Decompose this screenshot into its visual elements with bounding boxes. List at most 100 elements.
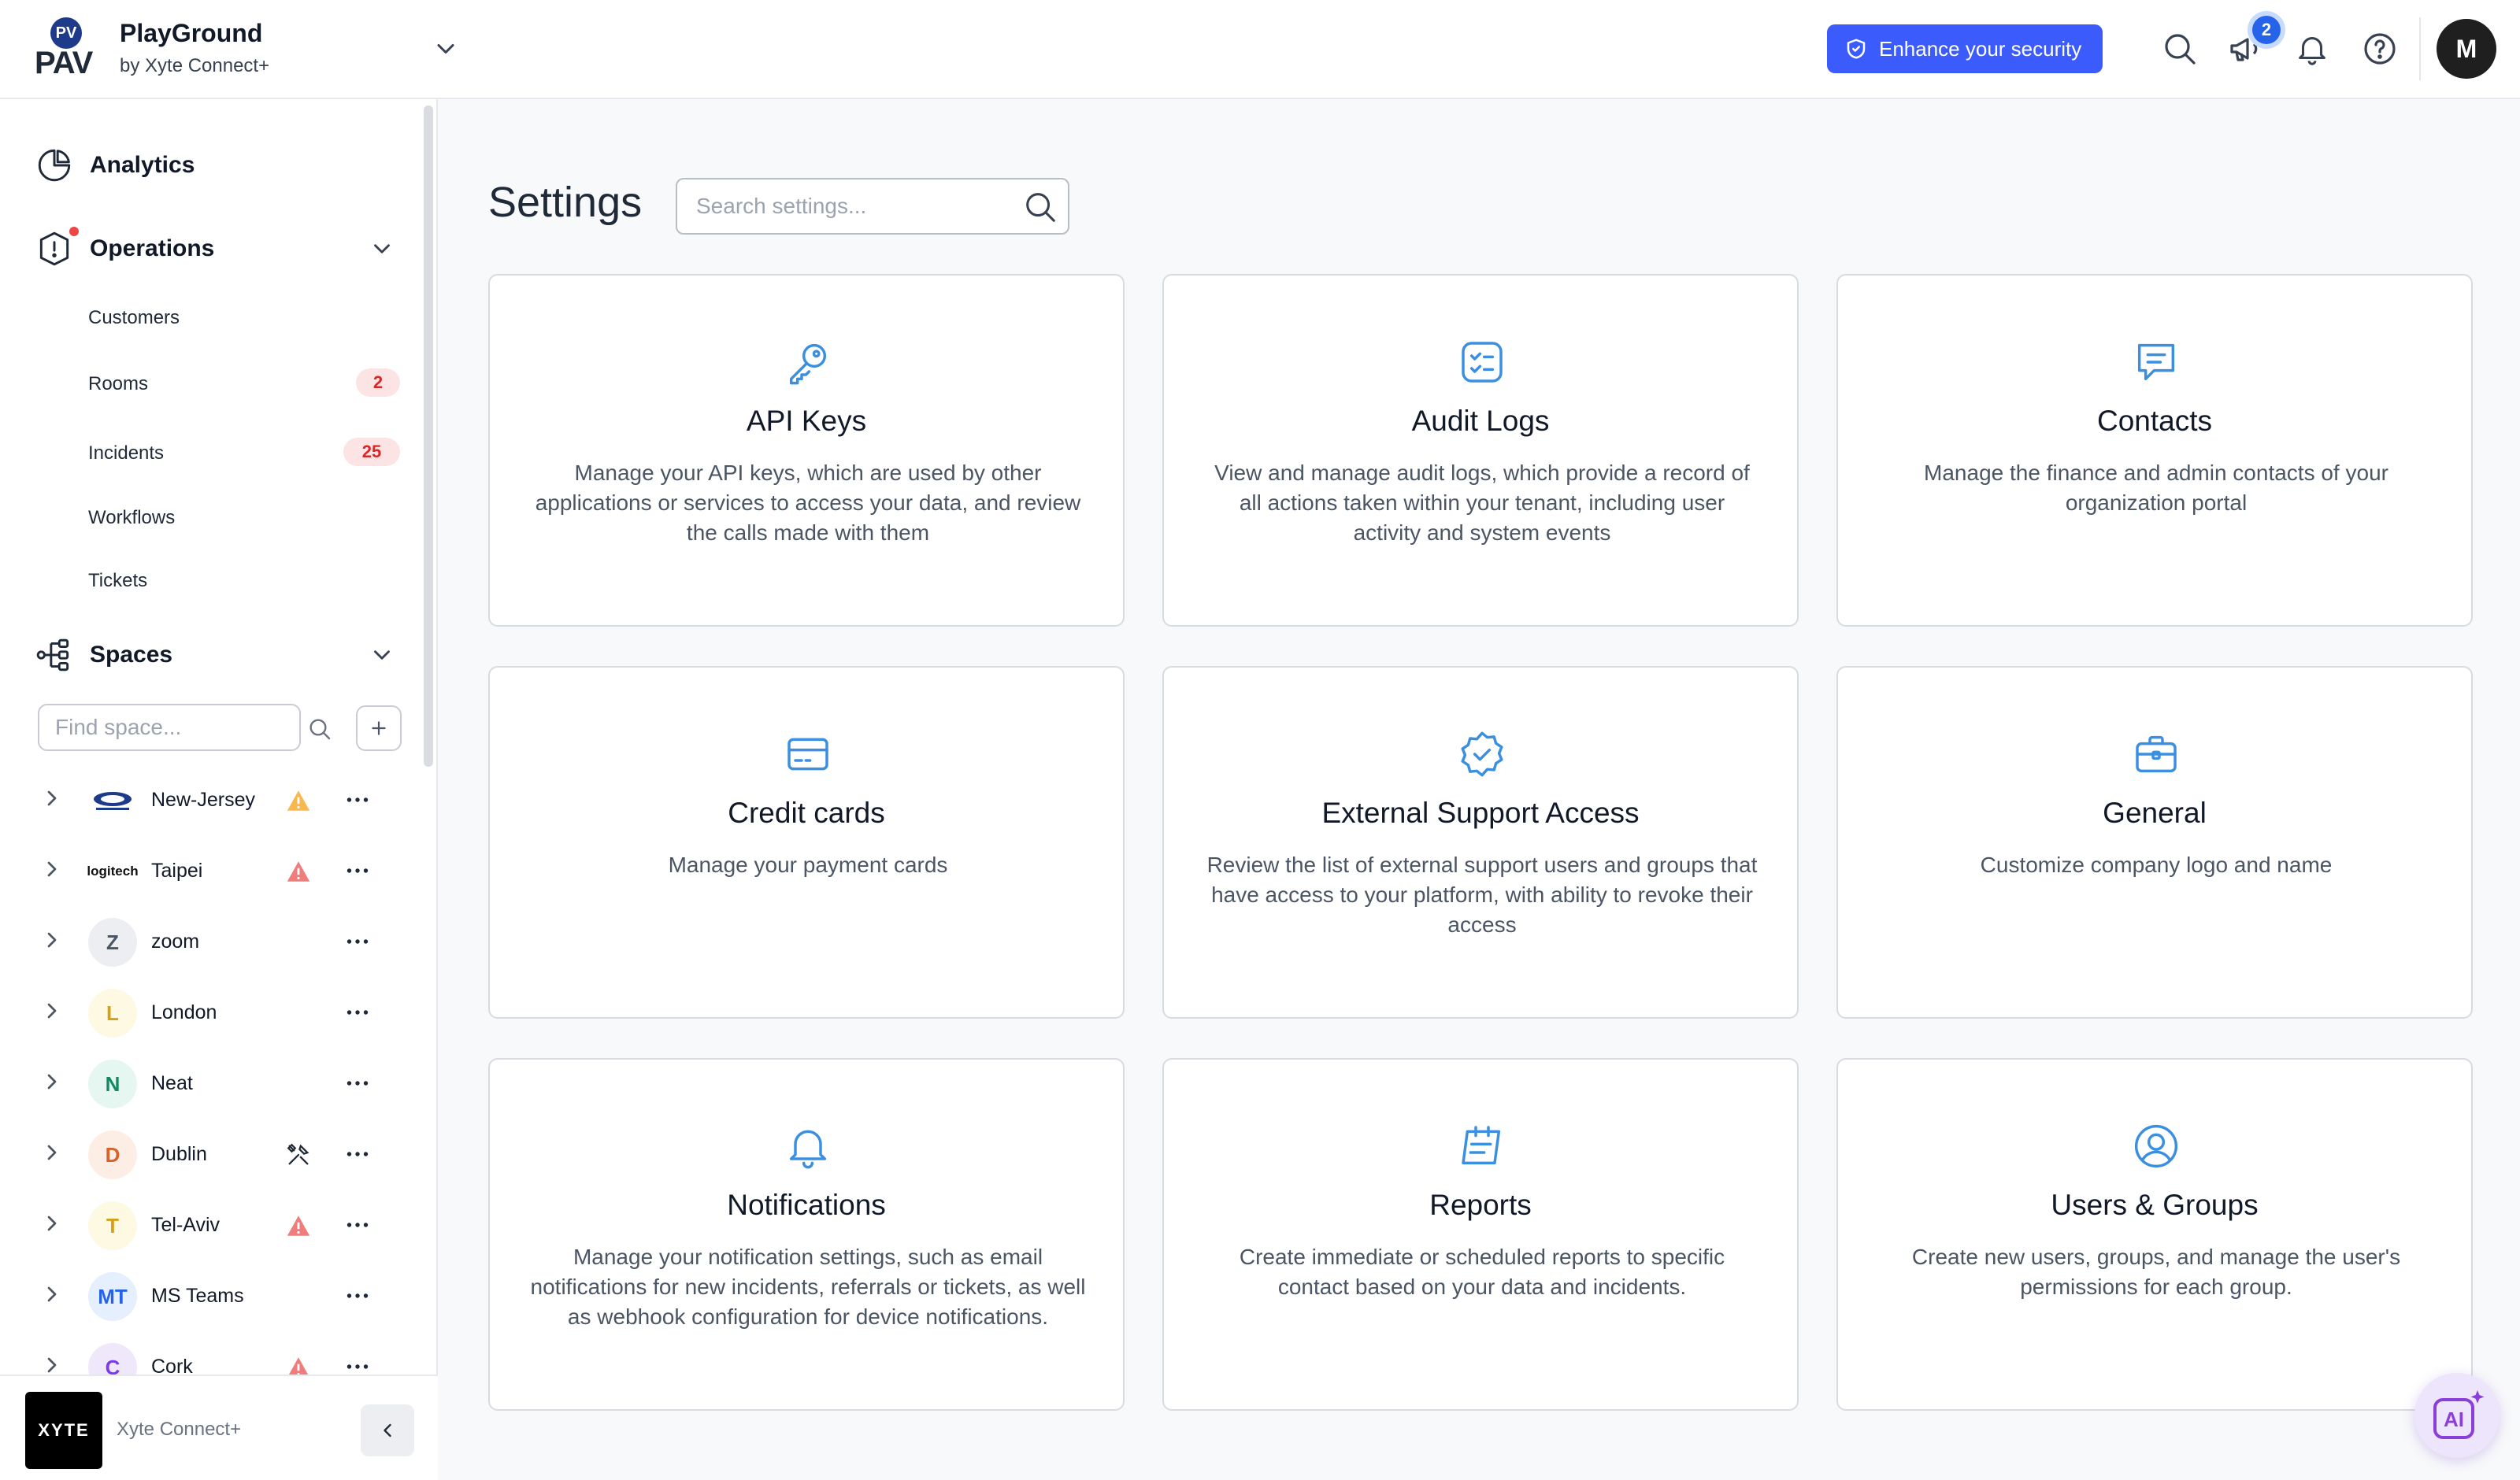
chevron-down-icon[interactable] xyxy=(369,235,395,262)
pav-logo-mark: PV xyxy=(50,17,82,49)
card-title: Credit cards xyxy=(728,797,885,829)
notifications-button[interactable] xyxy=(2292,28,2333,69)
incidents-count-badge: 25 xyxy=(343,438,400,466)
settings-card-audit-logs[interactable]: Audit Logs View and manage audit logs, w… xyxy=(1162,274,1799,627)
sidebar-item-operations[interactable]: Operations xyxy=(35,225,214,272)
warning-icon xyxy=(287,790,310,811)
space-row[interactable]: MT MS Teams xyxy=(0,1264,425,1327)
card-title: Notifications xyxy=(727,1189,886,1221)
space-row[interactable]: T Tel-Aviv xyxy=(0,1193,425,1256)
more-horizontal-icon[interactable] xyxy=(343,857,372,885)
space-row[interactable]: L London xyxy=(0,981,425,1044)
credit-card-icon xyxy=(788,738,828,771)
footer-product-name: Xyte Connect+ xyxy=(117,1419,242,1440)
tenant-name[interactable]: PlayGround xyxy=(120,19,262,48)
ai-assistant-button[interactable]: AI xyxy=(2414,1373,2500,1458)
space-avatar: L xyxy=(88,989,137,1038)
space-avatar: Z xyxy=(88,918,137,967)
enhance-security-label: Enhance your security xyxy=(1879,36,2082,61)
sidebar-item-workflows[interactable]: Workflows xyxy=(88,507,175,529)
search-icon[interactable] xyxy=(1022,189,1058,225)
chevron-right-icon[interactable] xyxy=(39,1140,65,1165)
settings-card-general[interactable]: General Customize company logo and name xyxy=(1836,666,2473,1019)
space-row[interactable]: N Neat xyxy=(0,1052,425,1115)
space-avatar: N xyxy=(88,1060,137,1108)
space-row[interactable]: Z zoom xyxy=(0,910,425,973)
sidebar-item-label: Spaces xyxy=(90,642,173,668)
rooms-count-badge: 2 xyxy=(356,368,400,397)
user-avatar[interactable]: M xyxy=(2437,19,2496,79)
sidebar-item-label: Analytics xyxy=(90,152,195,178)
enhance-security-button[interactable]: Enhance your security xyxy=(1827,24,2103,73)
settings-search-input[interactable] xyxy=(676,178,1069,235)
card-description: Customize company logo and name xyxy=(1980,853,2333,877)
sidebar-scrollbar[interactable] xyxy=(424,105,433,767)
more-horizontal-icon[interactable] xyxy=(343,1211,372,1239)
tenant-switch-chevron-icon[interactable] xyxy=(432,35,460,63)
card-title: Users & Groups xyxy=(2051,1189,2259,1221)
tools-icon xyxy=(287,1143,309,1165)
space-name: Neat xyxy=(151,1072,193,1094)
card-title: Reports xyxy=(1429,1189,1532,1221)
settings-card-api-keys[interactable]: API Keys Manage your API keys, which are… xyxy=(488,274,1125,627)
settings-card-notifications[interactable]: Notifications Manage your notification s… xyxy=(488,1058,1125,1411)
chevron-right-icon[interactable] xyxy=(39,857,65,882)
sidebar: Analytics Operations Customers Rooms 2 I… xyxy=(0,99,438,1480)
collapse-sidebar-button[interactable] xyxy=(361,1404,414,1456)
chevron-right-icon[interactable] xyxy=(39,1069,65,1094)
settings-card-contacts[interactable]: Contacts Manage the finance and admin co… xyxy=(1836,274,2473,627)
sidebar-item-tickets[interactable]: Tickets xyxy=(88,570,147,592)
space-name: MS Teams xyxy=(151,1285,244,1307)
help-button[interactable] xyxy=(2359,28,2400,69)
announcements-count-badge: 2 xyxy=(2252,16,2281,44)
card-description: Create new users, groups, and manage the… xyxy=(1911,1245,2401,1299)
add-space-button[interactable] xyxy=(356,705,402,751)
ai-sparkle-icon: AI xyxy=(2433,1390,2485,1439)
find-space-input[interactable] xyxy=(38,704,301,751)
tenant-subtitle: by Xyte Connect+ xyxy=(120,55,270,76)
alert-octagon-icon xyxy=(39,231,69,266)
settings-card-reports[interactable]: Reports Create immediate or scheduled re… xyxy=(1162,1058,1799,1411)
chevron-right-icon[interactable] xyxy=(39,927,65,953)
space-avatar: T xyxy=(88,1201,137,1250)
settings-card-users-groups[interactable]: Users & Groups Create new users, groups,… xyxy=(1836,1058,2473,1411)
user-circle-icon xyxy=(2134,1124,2178,1168)
space-row[interactable]: New-Jersey xyxy=(0,768,425,831)
more-horizontal-icon[interactable] xyxy=(343,1140,372,1168)
card-title: Contacts xyxy=(2096,405,2212,437)
sidebar-item-label: Operations xyxy=(90,235,215,261)
space-avatar: D xyxy=(88,1130,137,1179)
chevron-down-icon[interactable] xyxy=(369,642,395,668)
settings-card-credit-cards[interactable]: Credit cards Manage your payment cards xyxy=(488,666,1125,1019)
more-horizontal-icon[interactable] xyxy=(343,927,372,956)
sidebar-item-rooms[interactable]: Rooms xyxy=(88,373,148,395)
global-search-button[interactable] xyxy=(2159,28,2200,69)
search-icon xyxy=(2165,34,2196,65)
space-name: London xyxy=(151,1001,217,1023)
sidebar-item-incidents[interactable]: Incidents xyxy=(88,442,164,464)
space-name: Dublin xyxy=(151,1143,207,1165)
chevron-right-icon[interactable] xyxy=(39,786,65,811)
pav-logo[interactable]: PV PAV xyxy=(35,17,98,80)
chevron-left-icon xyxy=(384,1423,391,1437)
more-horizontal-icon[interactable] xyxy=(343,1069,372,1097)
more-horizontal-icon[interactable] xyxy=(343,786,372,814)
sidebar-item-analytics[interactable]: Analytics xyxy=(35,142,195,189)
logitech-logo: logitech xyxy=(87,847,139,896)
bell-icon xyxy=(789,1130,827,1169)
sidebar-item-customers[interactable]: Customers xyxy=(88,307,180,329)
chevron-right-icon[interactable] xyxy=(39,1282,65,1307)
more-horizontal-icon[interactable] xyxy=(343,998,372,1027)
xyte-logo: XYTE xyxy=(25,1392,102,1469)
chevron-right-icon[interactable] xyxy=(39,1211,65,1236)
chevron-right-icon[interactable] xyxy=(39,998,65,1023)
space-row[interactable]: logitech Taipei xyxy=(0,839,425,902)
card-description: Review the list of external support user… xyxy=(1206,853,1758,937)
settings-card-external-support-access[interactable]: External Support Access Review the list … xyxy=(1162,666,1799,1019)
ai-button-label: AI xyxy=(2444,1408,2464,1431)
more-horizontal-icon[interactable] xyxy=(343,1282,372,1310)
hierarchy-icon xyxy=(36,638,69,672)
sidebar-item-spaces[interactable]: Spaces xyxy=(35,631,172,679)
sidebar-footer: XYTE Xyte Connect+ xyxy=(0,1375,438,1480)
space-row[interactable]: D Dublin xyxy=(0,1123,425,1186)
